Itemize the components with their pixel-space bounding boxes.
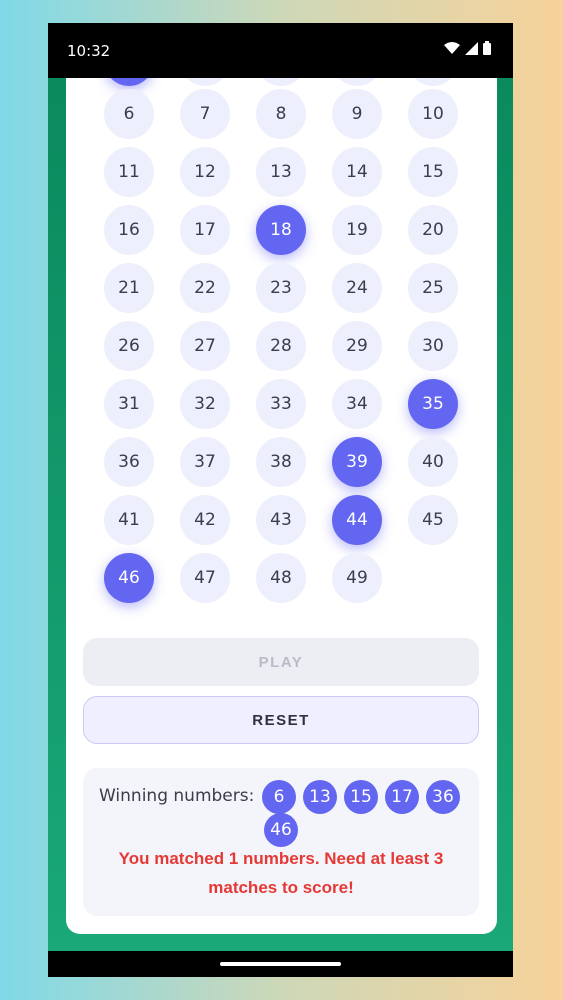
navigation-bar [48, 951, 513, 977]
number-ball[interactable]: 15 [408, 147, 458, 197]
number-ball[interactable]: 17 [180, 205, 230, 255]
number-ball[interactable] [256, 78, 306, 86]
number-ball[interactable]: 6 [104, 89, 154, 139]
number-ball[interactable]: 37 [180, 437, 230, 487]
lottery-card: 6 7 8 9 10 11 12 13 14 15 16 17 18 19 20 21 22 23 24 25 26 27… [66, 78, 497, 934]
number-ball[interactable]: 29 [332, 321, 382, 371]
number-ball[interactable]: 13 [256, 147, 306, 197]
winning-number-chip: 46 [264, 813, 298, 847]
number-ball[interactable]: 19 [332, 205, 382, 255]
number-ball[interactable]: 10 [408, 89, 458, 139]
number-ball[interactable]: 41 [104, 495, 154, 545]
winning-number-chip: 6 [262, 780, 296, 814]
winning-number-chip: 36 [426, 780, 460, 814]
number-ball[interactable]: 42 [180, 495, 230, 545]
number-ball[interactable]: 35 [408, 379, 458, 429]
number-ball[interactable]: 12 [180, 147, 230, 197]
phone-frame: 10:32 6 7 8 9 10 11 12 13 14 15 16 17 18 19 20 21 22 23 24… [48, 23, 513, 977]
reset-button[interactable]: RESET [83, 696, 479, 744]
number-ball[interactable]: 31 [104, 379, 154, 429]
winning-numbers-label: Winning numbers: [99, 786, 255, 806]
number-ball[interactable]: 44 [332, 495, 382, 545]
number-ball[interactable]: 27 [180, 321, 230, 371]
number-ball[interactable]: 43 [256, 495, 306, 545]
play-button[interactable]: PLAY [83, 638, 479, 686]
number-ball[interactable]: 23 [256, 263, 306, 313]
number-ball[interactable]: 16 [104, 205, 154, 255]
number-ball[interactable]: 38 [256, 437, 306, 487]
number-ball[interactable]: 32 [180, 379, 230, 429]
number-ball[interactable]: 21 [104, 263, 154, 313]
number-ball[interactable] [180, 78, 230, 86]
number-ball[interactable]: 11 [104, 147, 154, 197]
app-screen: 6 7 8 9 10 11 12 13 14 15 16 17 18 19 20 21 22 23 24 25 26 27… [48, 78, 513, 951]
number-ball[interactable]: 46 [104, 553, 154, 603]
number-ball[interactable] [408, 78, 458, 86]
number-ball[interactable]: 36 [104, 437, 154, 487]
number-ball[interactable]: 7 [180, 89, 230, 139]
cellular-signal-icon [465, 41, 478, 55]
number-ball[interactable]: 30 [408, 321, 458, 371]
number-ball[interactable]: 45 [408, 495, 458, 545]
number-ball[interactable]: 24 [332, 263, 382, 313]
number-ball[interactable]: 8 [256, 89, 306, 139]
number-ball[interactable]: 18 [256, 205, 306, 255]
status-bar: 10:32 [48, 23, 513, 78]
number-ball[interactable]: 26 [104, 321, 154, 371]
status-time: 10:32 [67, 42, 111, 60]
winning-number-chip: 17 [385, 780, 419, 814]
number-ball[interactable]: 28 [256, 321, 306, 371]
number-ball[interactable]: 22 [180, 263, 230, 313]
winning-number-chip: 15 [344, 780, 378, 814]
number-ball[interactable]: 49 [332, 553, 382, 603]
results-panel: Winning numbers: 6 13 15 17 36 46 You matched… [83, 768, 479, 916]
number-ball[interactable]: 20 [408, 205, 458, 255]
number-ball[interactable]: 33 [256, 379, 306, 429]
status-icons [444, 41, 491, 55]
winning-number-chip: 13 [303, 780, 337, 814]
number-ball[interactable]: 47 [180, 553, 230, 603]
number-ball[interactable]: 39 [332, 437, 382, 487]
number-ball[interactable]: 48 [256, 553, 306, 603]
number-ball[interactable]: 25 [408, 263, 458, 313]
number-ball[interactable]: 40 [408, 437, 458, 487]
wifi-icon [444, 42, 460, 54]
number-ball[interactable] [332, 78, 382, 86]
number-ball[interactable]: 34 [332, 379, 382, 429]
result-message: You matched 1 numbers. Need at least 3 m… [118, 849, 444, 897]
number-ball[interactable] [104, 78, 154, 86]
battery-icon [483, 41, 491, 55]
number-ball[interactable]: 14 [332, 147, 382, 197]
number-ball[interactable]: 9 [332, 89, 382, 139]
home-indicator[interactable] [220, 962, 341, 966]
